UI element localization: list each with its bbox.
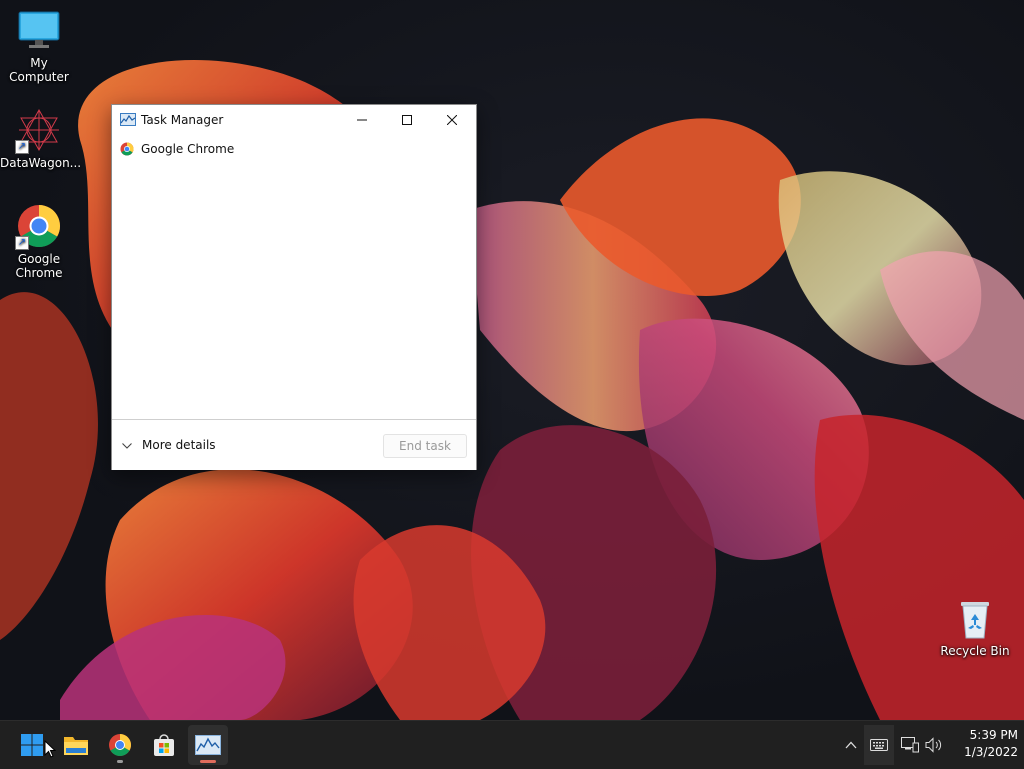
- windows-logo-icon: [21, 734, 43, 756]
- clock-date: 1/3/2022: [964, 745, 1018, 759]
- clock[interactable]: 5:39 PM 1/3/2022: [950, 727, 1018, 761]
- window-title: Task Manager: [141, 113, 224, 127]
- process-list[interactable]: Google Chrome: [112, 137, 476, 417]
- title-bar[interactable]: Task Manager: [112, 105, 476, 135]
- taskbar: 5:39 PM 1/3/2022: [0, 720, 1024, 769]
- chrome-icon: [120, 142, 134, 156]
- task-manager-icon: [195, 735, 221, 755]
- mouse-cursor-icon: [44, 739, 57, 761]
- minimize-icon: [357, 119, 367, 121]
- show-hidden-icons-button[interactable]: [840, 733, 862, 757]
- volume-icon: [925, 737, 942, 753]
- desktop-icon-my-computer[interactable]: My Computer: [0, 8, 78, 84]
- clock-time: 5:39 PM: [969, 728, 1018, 742]
- computer-icon: [17, 8, 61, 52]
- chrome-icon: ↗: [15, 204, 61, 250]
- active-indicator: [200, 760, 216, 763]
- keyboard-icon: [870, 739, 888, 751]
- more-details-label: More details: [142, 438, 216, 452]
- close-icon: [447, 115, 457, 125]
- desktop-icon-label: DataWagon...: [0, 156, 82, 170]
- end-task-button[interactable]: End task: [383, 434, 467, 458]
- network-icon: [901, 737, 919, 753]
- network-button[interactable]: [900, 733, 920, 757]
- maximize-icon: [402, 115, 412, 125]
- desktop-icon-label: Google Chrome: [15, 252, 63, 280]
- file-explorer-button[interactable]: [56, 725, 96, 765]
- chevron-up-icon: [845, 741, 857, 749]
- list-item[interactable]: Google Chrome: [112, 137, 476, 161]
- desktop-icon-recycle-bin[interactable]: Recycle Bin: [936, 596, 1014, 658]
- desktop-icon-label: Recycle Bin: [940, 644, 1010, 658]
- task-manager-taskbar-button[interactable]: [188, 725, 228, 765]
- desktop-icon-datawagon[interactable]: ↗ DataWagon...: [0, 108, 82, 170]
- datawagon-icon: ↗: [15, 108, 61, 154]
- process-name: Google Chrome: [141, 142, 235, 156]
- chrome-taskbar-button[interactable]: [100, 725, 140, 765]
- window-footer: More details End task: [112, 419, 476, 470]
- close-button[interactable]: [429, 105, 475, 135]
- microsoft-store-button[interactable]: [144, 725, 184, 765]
- running-indicator: [117, 760, 123, 763]
- touch-keyboard-button[interactable]: [864, 725, 894, 765]
- shortcut-arrow-icon: ↗: [15, 236, 29, 250]
- folder-icon: [64, 737, 88, 755]
- volume-button[interactable]: [923, 733, 945, 757]
- desktop-icon-label: My Computer: [9, 56, 69, 84]
- task-manager-window[interactable]: Task Manager Google Chrome More details …: [111, 104, 477, 470]
- recycle-bin-icon: [953, 596, 997, 640]
- chrome-icon: [109, 734, 131, 756]
- chevron-down-icon: [122, 438, 132, 452]
- maximize-button[interactable]: [384, 105, 430, 135]
- more-details-button[interactable]: More details: [122, 435, 216, 455]
- store-icon: [154, 734, 174, 756]
- minimize-button[interactable]: [339, 105, 385, 135]
- task-manager-icon: [120, 113, 136, 126]
- shortcut-arrow-icon: ↗: [15, 140, 29, 154]
- desktop-icon-google-chrome[interactable]: ↗ Google Chrome: [0, 204, 78, 280]
